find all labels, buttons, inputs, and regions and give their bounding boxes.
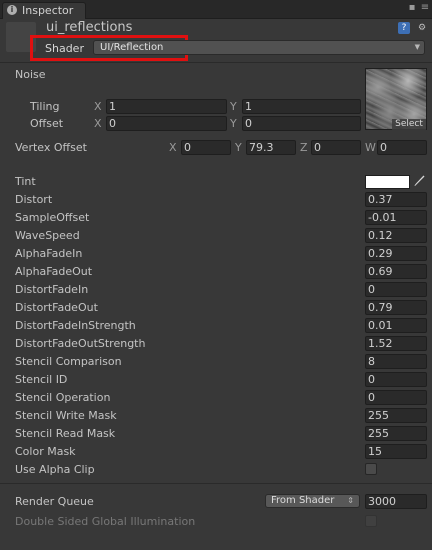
property-value-field[interactable]: 0.37 <box>365 192 427 207</box>
property-value-field[interactable]: 1.52 <box>365 336 427 351</box>
help-icon[interactable]: ? <box>398 22 410 34</box>
vertex-offset-z-axis-label: Z <box>300 141 308 154</box>
noise-label: Noise <box>15 68 46 81</box>
render-queue-value-field[interactable]: 3000 <box>365 494 427 509</box>
render-queue-label: Render Queue <box>15 495 94 508</box>
double-sided-gi-checkbox[interactable] <box>365 515 377 527</box>
property-value-field[interactable]: 0 <box>365 390 427 405</box>
property-value-field[interactable]: 255 <box>365 408 427 423</box>
property-value-field[interactable]: 0.79 <box>365 300 427 315</box>
settings-gear-icon[interactable]: ⚙ <box>416 22 428 34</box>
eyedropper-icon[interactable] <box>413 174 425 188</box>
offset-y-axis-label: Y <box>230 117 237 130</box>
header-divider <box>0 62 432 63</box>
offset-x-field[interactable]: 0 <box>106 116 227 131</box>
panel-options-icon[interactable]: ≡ <box>420 3 430 13</box>
vertex-offset-label: Vertex Offset <box>15 141 87 154</box>
property-label: Color Mask <box>15 445 76 458</box>
property-value-field[interactable]: -0.01 <box>365 210 427 225</box>
tab-bar: i Inspector ▪ ≡ <box>0 0 432 19</box>
chevron-down-icon: ▼ <box>414 43 420 51</box>
property-value-field[interactable]: 0 <box>365 372 427 387</box>
property-value-field[interactable]: 0.01 <box>365 318 427 333</box>
vertex-offset-x-axis-label: X <box>169 141 177 154</box>
use-alpha-clip-checkbox[interactable] <box>365 463 377 475</box>
property-value-field[interactable]: 255 <box>365 426 427 441</box>
tint-color-field[interactable] <box>365 175 410 189</box>
render-queue-mode-dropdown[interactable]: From Shader ⇕ <box>265 494 360 508</box>
property-value-field[interactable]: 15 <box>365 444 427 459</box>
property-label: Stencil Operation <box>15 391 111 404</box>
info-icon: i <box>7 5 17 15</box>
property-value-field[interactable]: 0.69 <box>365 264 427 279</box>
tiling-y-axis-label: Y <box>230 100 237 113</box>
tiling-x-axis-label: X <box>94 100 102 113</box>
property-value-field[interactable]: 0.29 <box>365 246 427 261</box>
shader-dropdown[interactable]: UI/Reflection ▼ <box>93 40 425 55</box>
shader-label: Shader <box>45 42 84 55</box>
texture-select-button[interactable]: Select <box>392 119 426 130</box>
property-label: DistortFadeInStrength <box>15 319 136 332</box>
panel-menu-icon[interactable]: ▪ <box>407 3 417 13</box>
render-queue-mode-value: From Shader <box>271 495 335 506</box>
property-value-field[interactable]: 0 <box>365 282 427 297</box>
property-value-field[interactable]: 0.12 <box>365 228 427 243</box>
object-name: ui_reflections <box>46 20 133 35</box>
settings-divider <box>0 483 432 484</box>
property-label: AlphaFadeOut <box>15 265 93 278</box>
use-alpha-clip-label: Use Alpha Clip <box>15 463 95 476</box>
vertex-offset-x-field[interactable]: 0 <box>181 140 231 155</box>
property-label: DistortFadeOut <box>15 301 98 314</box>
vertex-offset-z-field[interactable]: 0 <box>311 140 361 155</box>
offset-label: Offset <box>30 117 64 130</box>
property-label: DistortFadeOutStrength <box>15 337 146 350</box>
property-label: Stencil ID <box>15 373 68 386</box>
property-value-field[interactable]: 8 <box>365 354 427 369</box>
tab-inspector[interactable]: i Inspector <box>2 2 86 19</box>
offset-y-field[interactable]: 0 <box>242 116 361 131</box>
tiling-label: Tiling <box>30 100 60 113</box>
property-label: Distort <box>15 193 53 206</box>
vertex-offset-w-field[interactable]: 0 <box>377 140 427 155</box>
tiling-y-field[interactable]: 1 <box>242 99 361 114</box>
double-sided-gi-label: Double Sided Global Illumination <box>15 515 196 528</box>
property-label: AlphaFadeIn <box>15 247 83 260</box>
property-label: Stencil Read Mask <box>15 427 116 440</box>
vertex-offset-w-axis-label: W <box>365 141 376 154</box>
property-label: Stencil Write Mask <box>15 409 117 422</box>
offset-x-axis-label: X <box>94 117 102 130</box>
property-label: SampleOffset <box>15 211 90 224</box>
property-label: DistortFadeIn <box>15 283 89 296</box>
tint-label: Tint <box>15 175 36 188</box>
tab-label: Inspector <box>22 4 74 17</box>
vertex-offset-y-axis-label: Y <box>235 141 242 154</box>
up-down-arrows-icon: ⇕ <box>347 496 354 505</box>
shader-value: UI/Reflection <box>100 42 164 53</box>
property-label: Stencil Comparison <box>15 355 122 368</box>
vertex-offset-y-field[interactable]: 79.3 <box>246 140 296 155</box>
tiling-x-field[interactable]: 1 <box>106 99 227 114</box>
property-label: WaveSpeed <box>15 229 80 242</box>
